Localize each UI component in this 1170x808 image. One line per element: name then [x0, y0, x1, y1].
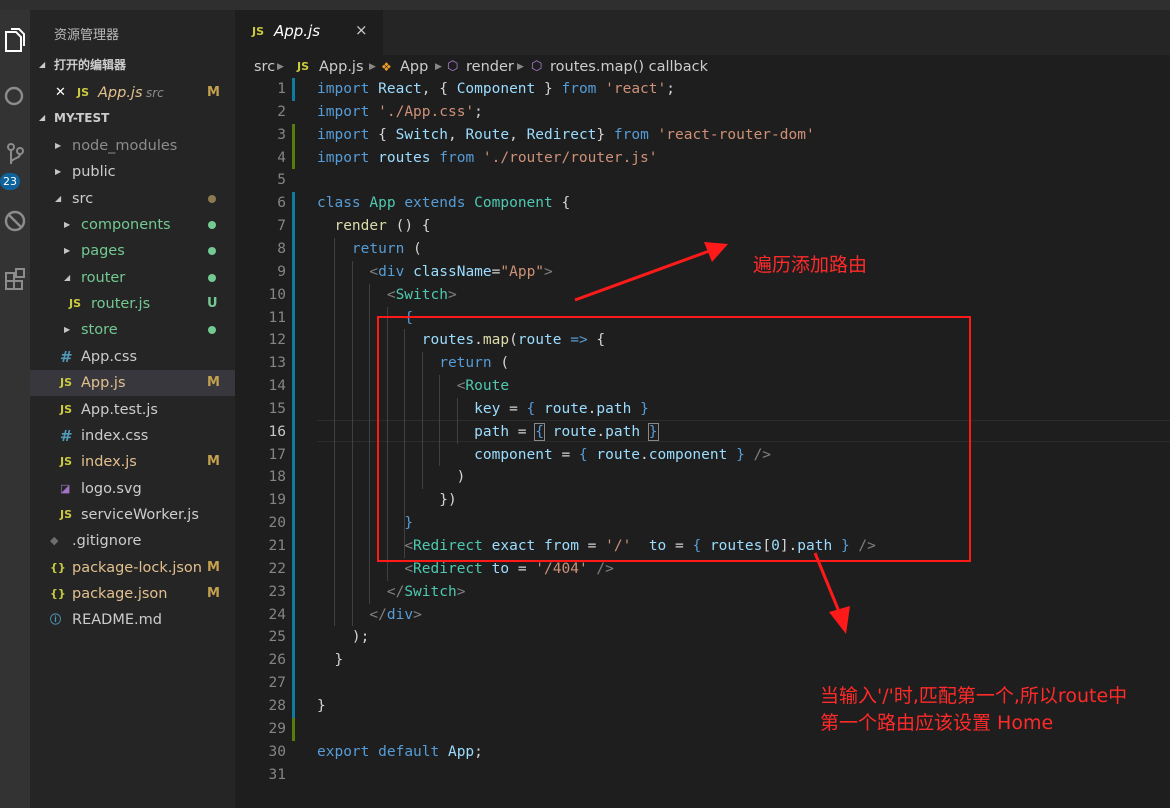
annotation-note-2-line-2: 第一个路由应该设置 Home — [820, 712, 1054, 734]
annotation-note-2-line-1: 当输入'/'时,匹配第一个,所以route中 — [820, 685, 1128, 707]
arrow-line-2 — [813, 552, 842, 615]
arrow-head-2 — [829, 606, 850, 634]
arrow-line-1 — [574, 248, 713, 302]
annotation-note-1: 遍历添加路由 — [753, 254, 868, 276]
